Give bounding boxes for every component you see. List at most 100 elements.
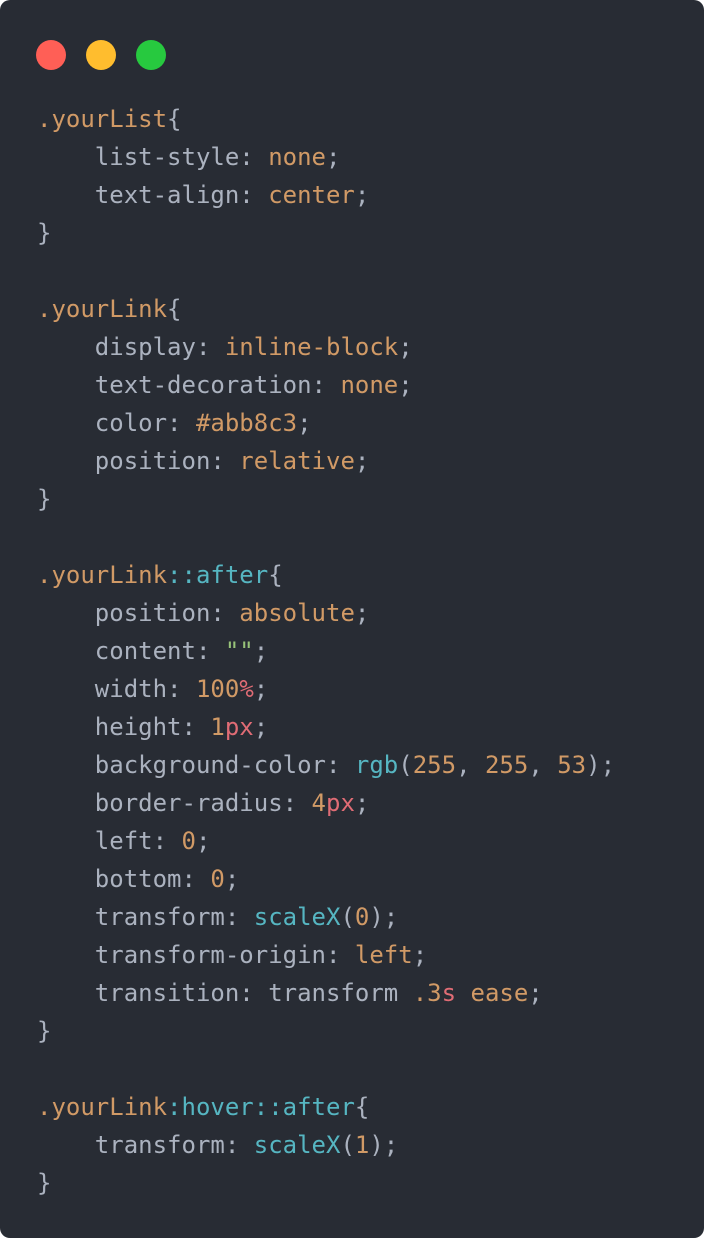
code-token: ; — [354, 789, 370, 817]
code-token: { — [167, 105, 182, 133]
code-token: transform — [268, 979, 413, 1007]
code-token: .yourList — [37, 105, 168, 133]
code-token: transform: — [37, 903, 254, 931]
code-token: relative — [239, 447, 355, 475]
code-token: rgb — [354, 751, 399, 779]
code-token: ; — [297, 409, 312, 437]
code-token: } — [37, 485, 52, 513]
window-controls — [36, 40, 166, 70]
code-token: bottom: — [37, 865, 211, 893]
close-dot-icon — [36, 40, 66, 70]
code-line: display: inline-block; — [37, 328, 615, 366]
code-line: transform-origin: left; — [37, 936, 615, 974]
code-line: position: relative; — [37, 442, 615, 480]
code-token: position: — [37, 447, 240, 475]
code-token: left — [354, 941, 413, 969]
code-token: ; — [398, 333, 413, 361]
code-token: ; — [253, 637, 269, 665]
code-token: .yourLink — [37, 295, 168, 323]
code-token: width: — [37, 675, 196, 703]
code-line: text-align: center; — [37, 176, 615, 214]
code-line: } — [37, 1164, 615, 1202]
code-token: ( — [340, 903, 355, 931]
code-window: .yourList{ list-style: none; text-align:… — [0, 0, 704, 1238]
code-token: inline-block — [224, 333, 399, 361]
code-token: 255 — [412, 751, 457, 779]
code-token: ; — [398, 371, 413, 399]
code-token: text-decoration: — [37, 371, 341, 399]
code-token: .3 — [412, 979, 442, 1007]
code-token: { — [354, 1093, 370, 1121]
code-token: none — [268, 143, 326, 171]
code-token: list-style: — [37, 143, 269, 171]
code-line: width: 100%; — [37, 670, 615, 708]
code-token: left: — [37, 827, 182, 855]
code-token: 4 — [311, 789, 326, 817]
code-token: ; — [195, 827, 211, 855]
code-token: content: — [37, 637, 225, 665]
code-token: #abb8c3 — [195, 409, 298, 437]
code-token: 1 — [354, 1131, 370, 1159]
code-token: absolute — [239, 599, 355, 627]
code-token: center — [268, 181, 355, 209]
code-line: content: ""; — [37, 632, 615, 670]
code-line: background-color: rgb(255, 255, 53); — [37, 746, 615, 784]
code-token: , — [528, 751, 558, 779]
code-token: .yourLink — [37, 561, 168, 589]
code-line: .yourLink::after{ — [37, 556, 615, 594]
minimize-dot-icon — [86, 40, 116, 70]
code-token: } — [37, 1017, 52, 1045]
code-token: } — [37, 219, 52, 247]
code-token: color: — [37, 409, 196, 437]
maximize-dot-icon — [136, 40, 166, 70]
code-token: scaleX — [253, 903, 341, 931]
code-token: text-align: — [37, 181, 269, 209]
code-line: position: absolute; — [37, 594, 615, 632]
code-line: .yourList{ — [37, 100, 615, 138]
code-token: ; — [325, 143, 341, 171]
code-line: list-style: none; — [37, 138, 615, 176]
code-line: transform: scaleX(0); — [37, 898, 615, 936]
code-line: .yourLink{ — [37, 290, 615, 328]
code-token: ); — [369, 903, 399, 931]
code-token: ; — [354, 447, 370, 475]
code-token: "" — [224, 637, 254, 665]
code-token: .yourLink — [37, 1093, 168, 1121]
code-token: ; — [253, 713, 269, 741]
code-line: color: #abb8c3; — [37, 404, 615, 442]
code-token: ; — [412, 941, 428, 969]
code-token: transform-origin: — [37, 941, 355, 969]
code-token: % — [239, 675, 254, 703]
code-token: 0 — [210, 865, 225, 893]
code-token: scaleX — [253, 1131, 341, 1159]
code-token: display: — [37, 333, 225, 361]
code-line: } — [37, 1012, 615, 1050]
code-token: { — [167, 295, 182, 323]
code-token: s — [441, 979, 457, 1007]
code-token: transition: — [37, 979, 269, 1007]
code-token: none — [340, 371, 399, 399]
code-token: { — [268, 561, 283, 589]
code-token: ( — [340, 1131, 355, 1159]
code-line: transform: scaleX(1); — [37, 1126, 615, 1164]
code-token: 0 — [354, 903, 370, 931]
code-line: } — [37, 214, 615, 252]
code-token: ; — [528, 979, 543, 1007]
code-token: ; — [224, 865, 240, 893]
code-token: background-color: — [37, 751, 355, 779]
code-token: ); — [586, 751, 616, 779]
code-token: ; — [253, 675, 269, 703]
code-line: transition: transform .3s ease; — [37, 974, 615, 1012]
code-token: position: — [37, 599, 240, 627]
code-block: .yourList{ list-style: none; text-align:… — [37, 100, 615, 1202]
code-token: ease — [470, 979, 529, 1007]
code-token: ( — [398, 751, 413, 779]
code-line: border-radius: 4px; — [37, 784, 615, 822]
code-token: } — [37, 1169, 52, 1197]
code-token: ; — [354, 181, 370, 209]
code-token: ; — [354, 599, 370, 627]
